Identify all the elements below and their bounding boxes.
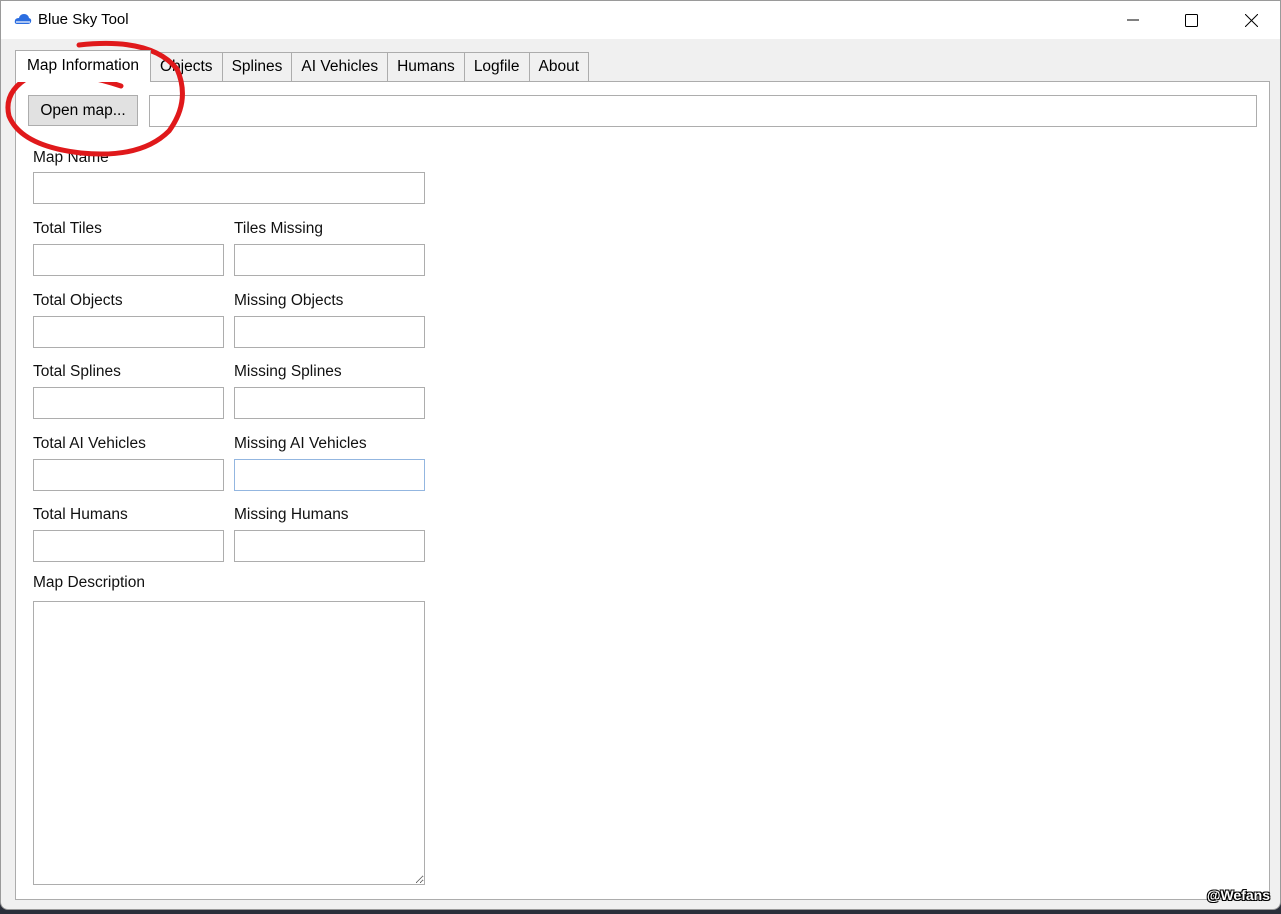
tab-logfile[interactable]: Logfile [463,52,530,82]
total-ai-vehicles-input[interactable] [33,459,224,491]
missing-splines-label: Missing Splines [234,363,342,380]
missing-splines-input[interactable] [234,387,425,419]
window-title: Blue Sky Tool [38,11,129,28]
tab-about[interactable]: About [528,52,590,82]
total-ai-vehicles-label: Total AI Vehicles [33,435,146,452]
missing-humans-label: Missing Humans [234,506,349,523]
maximize-button[interactable] [1160,1,1222,39]
total-objects-input[interactable] [33,316,224,348]
minimize-button[interactable] [1102,1,1164,39]
tab-objects[interactable]: Objects [150,52,223,82]
tiles-missing-input[interactable] [234,244,425,276]
total-tiles-input[interactable] [33,244,224,276]
maximize-icon [1184,13,1198,27]
map-name-label: Map Name [33,149,109,166]
total-objects-label: Total Objects [33,292,123,309]
tab-humans[interactable]: Humans [387,52,465,82]
open-map-button[interactable]: Open map... [28,95,138,126]
minimize-icon [1127,19,1139,21]
cloud-icon [14,14,32,24]
tiles-missing-label: Tiles Missing [234,220,323,237]
total-humans-label: Total Humans [33,506,128,523]
close-button[interactable] [1220,1,1280,39]
app-window: Blue Sky Tool Map Information Objects Sp… [0,0,1281,910]
map-path-input[interactable] [149,95,1257,127]
total-splines-label: Total Splines [33,363,121,380]
missing-humans-input[interactable] [234,530,425,562]
title-bar: Blue Sky Tool [1,1,1280,39]
map-description-label: Map Description [33,574,145,591]
missing-ai-vehicles-input[interactable] [234,459,425,491]
tab-map-information[interactable]: Map Information [15,50,151,82]
tab-bar: Map Information Objects Splines AI Vehic… [15,50,590,82]
total-humans-input[interactable] [33,530,224,562]
tab-ai-vehicles[interactable]: AI Vehicles [291,52,389,82]
watermark: @Wefans [1206,887,1270,903]
close-icon [1244,13,1258,27]
map-description-textarea[interactable] [33,601,425,885]
tab-splines[interactable]: Splines [221,52,293,82]
total-tiles-label: Total Tiles [33,220,102,237]
missing-objects-label: Missing Objects [234,292,344,309]
total-splines-input[interactable] [33,387,224,419]
missing-ai-vehicles-label: Missing AI Vehicles [234,435,367,452]
map-name-input[interactable] [33,172,425,204]
missing-objects-input[interactable] [234,316,425,348]
